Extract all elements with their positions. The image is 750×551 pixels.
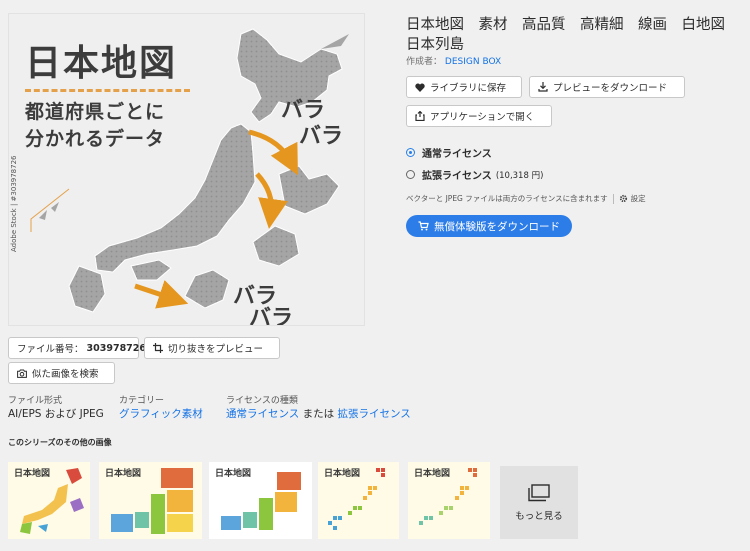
find-similar-button[interactable]: 似た画像を検索 — [8, 362, 115, 384]
stock-preview-image[interactable]: 日本地図 都道府県ごとに 分かれるデータ バラ バラ バラ バラ Adobe S… — [8, 13, 365, 326]
author-line: 作成者： DESIGN BOX — [406, 54, 501, 67]
standard-license-radio[interactable]: 通常ライセンス — [406, 145, 492, 160]
standard-license-link[interactable]: 通常ライセンス — [226, 408, 299, 420]
stack-icon — [528, 483, 550, 501]
preview-subtitle-line2: 分かれるデータ — [25, 128, 166, 150]
file-format-label: ファイル形式 — [8, 396, 63, 406]
cart-icon — [418, 221, 429, 231]
find-similar-label: 似た画像を検索 — [32, 369, 99, 380]
series-thumbnail[interactable]: 日本地図 — [408, 462, 490, 539]
series-thumbnail[interactable]: 日本地図 — [8, 462, 90, 539]
author-label: 作成者： — [406, 57, 443, 67]
download-preview-label: プレビューをダウンロード — [553, 83, 668, 94]
license-or-text: または — [302, 408, 335, 420]
extended-license-price: (10,318 円) — [495, 170, 544, 181]
camera-icon — [17, 369, 27, 378]
gear-icon — [619, 194, 627, 203]
open-in-app-button[interactable]: アプリケーションで開く — [406, 105, 552, 127]
map-thumbnail-image — [111, 468, 193, 534]
download-icon — [538, 82, 548, 92]
map-thumbnail-image — [328, 468, 385, 530]
extended-license-label: 拡張ライセンス — [422, 171, 492, 182]
file-format-value: AI/EPS および JPEG — [8, 408, 104, 420]
asset-title: 日本地図 素材 高品質 高精細 線画 白地図 — [406, 17, 725, 33]
crop-icon — [153, 343, 163, 353]
standard-license-label: 通常ライセンス — [422, 149, 492, 160]
preview-title: 日本地図 — [25, 43, 178, 84]
author-link[interactable]: DESIGN BOX — [445, 57, 501, 67]
radio-unselected-icon — [406, 170, 415, 179]
free-trial-download-button[interactable]: 無償体験版をダウンロード — [406, 215, 572, 237]
extended-license-radio[interactable]: 拡張ライセンス (10,318 円) — [406, 167, 543, 182]
see-more-label: もっと見る — [515, 510, 563, 522]
see-more-button[interactable]: もっと見る — [500, 466, 578, 539]
category-label: カテゴリー — [119, 396, 165, 406]
open-in-app-label: アプリケーションで開く — [430, 112, 535, 123]
license-note-text: ベクターと JPEG ファイルは両方のライセンスに含まれます — [406, 194, 608, 203]
crop-preview-button[interactable]: 切り抜きをプレビュー — [144, 337, 280, 359]
series-thumbnail[interactable]: 日本地図 — [99, 462, 202, 539]
file-number-value: 303978726 — [86, 342, 147, 354]
preview-bara-label: バラ — [249, 306, 294, 326]
download-preview-button[interactable]: プレビューをダウンロード — [529, 76, 685, 98]
settings-link[interactable]: 設定 — [619, 193, 646, 204]
heart-icon — [415, 83, 425, 92]
share-icon — [415, 111, 425, 121]
divider — [612, 193, 614, 204]
map-thumbnail-image — [20, 468, 84, 534]
preview-subtitle-line1: 都道府県ごとに — [25, 101, 166, 123]
save-to-library-button[interactable]: ライブラリに保存 — [406, 76, 522, 98]
preview-credit: Adobe Stock | #303978726 — [10, 155, 18, 253]
map-thumbnail-image — [419, 468, 477, 525]
license-type-value: 通常ライセンス または 拡張ライセンス — [226, 406, 411, 421]
free-trial-download-label: 無償体験版をダウンロード — [434, 220, 560, 233]
radio-selected-icon — [406, 148, 415, 157]
category-link[interactable]: グラフィック素材 — [119, 406, 203, 421]
license-note: ベクターと JPEG ファイルは両方のライセンスに含まれます 設定 — [406, 193, 646, 204]
preview-divider — [25, 89, 190, 92]
preview-bara-label: バラ — [299, 124, 344, 149]
license-type-label: ライセンスの種類 — [226, 396, 298, 406]
file-number-chip: ファイル番号： 303978726 — [8, 337, 146, 359]
crop-preview-label: 切り抜きをプレビュー — [168, 344, 264, 355]
series-thumbnail[interactable]: 日本地図 — [318, 462, 399, 539]
file-number-label: ファイル番号： — [17, 344, 84, 355]
save-to-library-label: ライブラリに保存 — [430, 83, 507, 94]
asset-title-line2: 日本列島 — [406, 37, 464, 53]
settings-label: 設定 — [630, 194, 646, 203]
extended-license-link[interactable]: 拡張ライセンス — [337, 408, 410, 420]
series-thumbnail[interactable]: 日本地図 — [209, 462, 312, 539]
series-heading: このシリーズのその他の画像 — [8, 438, 112, 447]
map-thumbnail-image — [221, 472, 301, 530]
